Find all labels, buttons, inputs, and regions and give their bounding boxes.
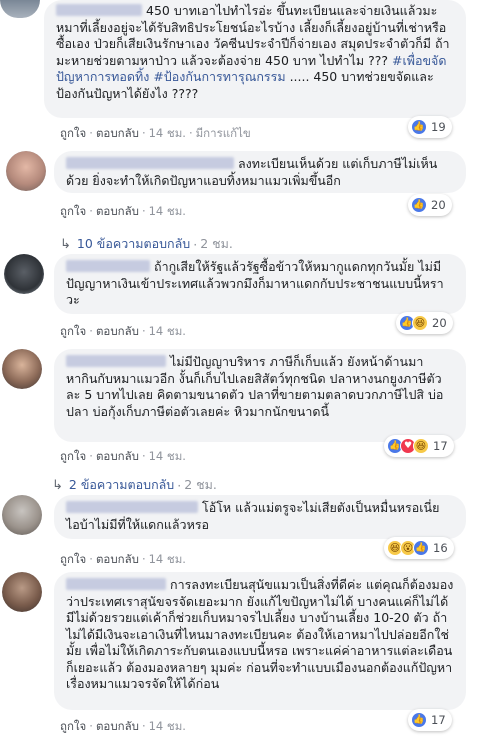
separator-dot: · <box>141 449 146 463</box>
reply-arrow-icon: ↳ <box>60 236 71 252</box>
separator-dot: · <box>89 126 93 140</box>
like-button[interactable]: ถูกใจ <box>60 448 86 466</box>
comment-actions: ถูกใจ · ตอบกลับ · 14 ชม. · มีการแก้ไข <box>60 125 251 143</box>
separator-dot: · <box>193 236 198 252</box>
avatar[interactable] <box>0 0 40 18</box>
reaction-count: 20 <box>431 198 446 212</box>
timestamp[interactable]: 14 ชม. <box>149 323 186 341</box>
like-button[interactable]: ถูกใจ <box>60 203 86 221</box>
avatar[interactable] <box>2 495 42 535</box>
reply-button[interactable]: ตอบกลับ <box>96 718 139 736</box>
replies-time: 2 ชม. <box>200 236 233 251</box>
separator-dot: · <box>89 324 93 338</box>
reply-button[interactable]: ตอบกลับ <box>96 125 139 143</box>
timestamp[interactable]: 14 ชม. <box>149 718 186 736</box>
separator-dot: · <box>141 324 146 338</box>
like-button[interactable]: ถูกใจ <box>60 323 86 341</box>
separator-dot: · <box>141 126 146 140</box>
reaction-count: 16 <box>433 541 448 555</box>
edited-label[interactable]: มีการแก้ไข <box>196 125 251 143</box>
comment-thread: 450 บาทเอาไปทำไรอ่ะ ขึ้นทะเบียนและจ่ายเง… <box>0 0 482 739</box>
replies-time: 2 ชม. <box>184 477 217 492</box>
timestamp[interactable]: 14 ชม. <box>149 125 186 143</box>
like-button[interactable]: ถูกใจ <box>60 551 86 569</box>
comment-text: การลงทะเบียนสุนัขแมวเป็นสิ่งที่ดีค่ะ แต่… <box>66 577 454 691</box>
reaction-count: 20 <box>432 316 447 330</box>
separator-dot: · <box>89 719 93 733</box>
reaction-summary[interactable]: 👍 17 <box>408 709 452 731</box>
avatar[interactable] <box>2 572 42 612</box>
timestamp[interactable]: 14 ชม. <box>149 203 186 221</box>
reaction-summary[interactable]: 👍 19 <box>408 116 452 138</box>
reply-button[interactable]: ตอบกลับ <box>96 448 139 466</box>
replies-count-label[interactable]: 10 ข้อความตอบกลับ <box>77 234 190 254</box>
comment-bubble: โอ้โห แล้วแม่ตรูจะไม่เสียตังเป็นหมื่นหรอ… <box>54 495 466 539</box>
like-button[interactable]: ถูกใจ <box>60 125 86 143</box>
like-reaction-icon: 👍 <box>413 540 429 556</box>
separator-dot: · <box>141 204 146 218</box>
comment-bubble: ลงทะเบียนเห็นด้วย แต่เก็บภาษีไม่เห็นด้วย… <box>54 151 466 193</box>
comment-bubble: ไม่มีปัญญาบริหาร ภาษีก็เก็บแล้ว ยังหน้าด… <box>54 349 466 442</box>
haha-reaction-icon: 😆 <box>413 438 429 454</box>
author-name[interactable] <box>66 501 198 513</box>
haha-reaction-icon: 😆 <box>412 315 428 331</box>
reply-arrow-icon: ↳ <box>52 477 63 493</box>
reply-button[interactable]: ตอบกลับ <box>96 203 139 221</box>
separator-dot: · <box>89 552 93 566</box>
view-replies-link[interactable]: ↳ 10 ข้อความตอบกลับ · 2 ชม. <box>60 234 233 254</box>
reaction-summary[interactable]: 😆 😮 👍 16 <box>384 537 454 559</box>
comment-actions: ถูกใจ · ตอบกลับ · 14 ชม. <box>60 718 186 736</box>
comment-actions: ถูกใจ · ตอบกลับ · 14 ชม. <box>60 323 186 341</box>
comment-bubble: ถ้ากูเสียให้รัฐแล้วรัฐซื้อข้าวให้หมากูแด… <box>54 254 466 314</box>
comment-actions: ถูกใจ · ตอบกลับ · 14 ชม. <box>60 448 186 466</box>
author-name[interactable] <box>56 4 142 16</box>
author-name[interactable] <box>66 260 150 272</box>
comment-actions: ถูกใจ · ตอบกลับ · 14 ชม. <box>60 203 186 221</box>
like-button[interactable]: ถูกใจ <box>60 718 86 736</box>
avatar[interactable] <box>2 349 42 389</box>
reaction-summary[interactable]: 👍 20 <box>408 194 452 216</box>
separator-dot: · <box>141 719 146 733</box>
separator-dot: · <box>89 449 93 463</box>
comment-actions: ถูกใจ · ตอบกลับ · 14 ชม. <box>60 551 186 569</box>
reply-button[interactable]: ตอบกลับ <box>96 323 139 341</box>
like-reaction-icon: 👍 <box>411 712 427 728</box>
comment-bubble: การลงทะเบียนสุนัขแมวเป็นสิ่งที่ดีค่ะ แต่… <box>54 572 466 710</box>
separator-dot: · <box>89 204 93 218</box>
separator-dot: · <box>188 126 193 140</box>
view-replies-link[interactable]: ↳ 2 ข้อความตอบกลับ · 2 ชม. <box>52 475 217 495</box>
timestamp[interactable]: 14 ชม. <box>149 448 186 466</box>
replies-count-label[interactable]: 2 ข้อความตอบกลับ <box>69 475 174 495</box>
reply-button[interactable]: ตอบกลับ <box>96 551 139 569</box>
like-reaction-icon: 👍 <box>411 197 427 213</box>
separator-dot: · <box>141 552 146 566</box>
author-name[interactable] <box>66 355 166 367</box>
reaction-summary[interactable]: 👍 😆 20 <box>396 312 453 334</box>
author-name[interactable] <box>66 578 166 590</box>
like-reaction-icon: 👍 <box>411 119 427 135</box>
reaction-summary[interactable]: 👍 ♥ 😆 17 <box>384 435 454 457</box>
reaction-count: 17 <box>433 439 448 453</box>
avatar[interactable] <box>6 151 46 191</box>
timestamp[interactable]: 14 ชม. <box>149 551 186 569</box>
separator-dot: · <box>177 477 182 493</box>
reaction-count: 19 <box>431 120 446 134</box>
avatar[interactable] <box>4 254 44 294</box>
comment-bubble: 450 บาทเอาไปทำไรอ่ะ ขึ้นทะเบียนและจ่ายเง… <box>44 0 466 118</box>
author-name[interactable] <box>66 157 234 169</box>
reaction-count: 17 <box>431 713 446 727</box>
